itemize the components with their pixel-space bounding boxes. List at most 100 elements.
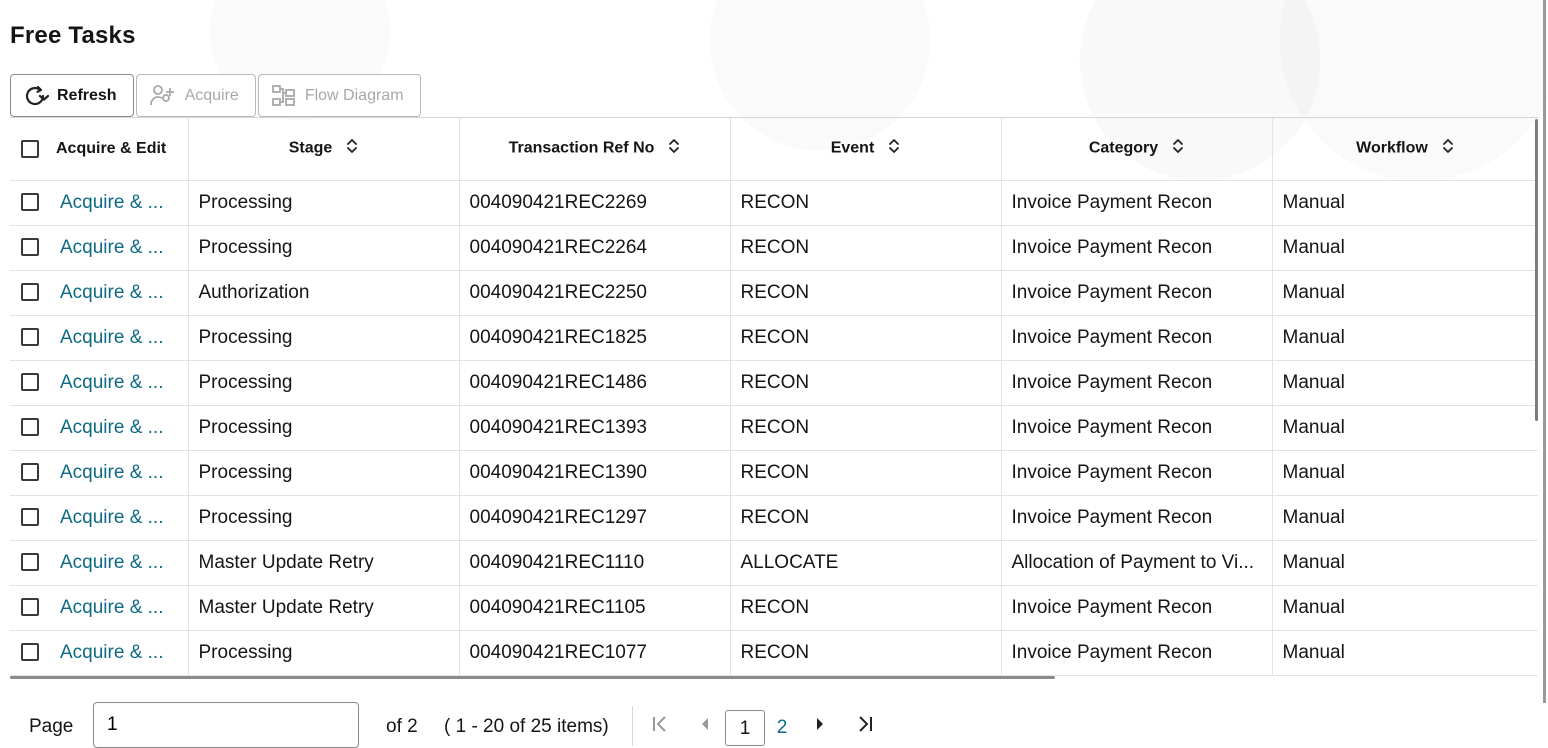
sort-icon[interactable] <box>346 138 358 159</box>
acquire-edit-link[interactable]: Acquire & ... <box>50 450 189 496</box>
page-title: Free Tasks <box>10 22 136 49</box>
first-page-icon[interactable] <box>650 714 670 740</box>
select-all-checkbox[interactable] <box>10 118 50 181</box>
transaction-ref-cell: 004090421REC1486 <box>459 360 731 406</box>
sort-icon[interactable] <box>668 138 680 159</box>
sort-icon[interactable] <box>1442 138 1454 159</box>
row-checkbox[interactable] <box>10 270 50 316</box>
category-cell: Invoice Payment Recon <box>1001 495 1273 541</box>
page-button-2[interactable]: 2 <box>762 710 802 746</box>
free-tasks-table: Acquire & Edit Stage Transaction Ref No … <box>10 117 1538 683</box>
workflow-cell: Manual <box>1272 630 1538 676</box>
transaction-ref-cell: 004090421REC2250 <box>459 270 731 316</box>
workflow-cell: Manual <box>1272 405 1538 451</box>
stage-cell: Authorization <box>188 270 460 316</box>
table-row[interactable]: Acquire & ... Processing 004090421REC1077 R… <box>10 630 1538 676</box>
table-row[interactable]: Acquire & ... Processing 004090421REC2264 R… <box>10 225 1538 271</box>
refresh-label: Refresh <box>57 86 117 104</box>
event-cell: ALLOCATE <box>730 540 1002 586</box>
acquire-edit-link[interactable]: Acquire & ... <box>50 180 189 226</box>
flow-diagram-label: Flow Diagram <box>304 86 404 104</box>
column-header-event[interactable]: Event <box>730 118 1002 181</box>
transaction-ref-cell: 004090421REC1077 <box>459 630 731 676</box>
table-row[interactable]: Acquire & ... Authorization 004090421REC22… <box>10 270 1538 316</box>
table-row[interactable]: Acquire & ... Processing 004090421REC1390 R… <box>10 450 1538 496</box>
row-checkbox[interactable] <box>10 360 50 406</box>
vertical-scrollbar[interactable] <box>1535 119 1538 421</box>
acquire-button[interactable]: Acquire <box>135 74 256 117</box>
toolbar: Refresh Acquire Flow Diagram <box>10 74 423 117</box>
acquire-edit-link[interactable]: Acquire & ... <box>50 540 189 586</box>
page-number-input[interactable] <box>93 702 359 748</box>
event-cell: RECON <box>730 180 1002 226</box>
transaction-ref-cell: 004090421REC1297 <box>459 495 731 541</box>
row-checkbox[interactable] <box>10 630 50 676</box>
horizontal-scrollbar[interactable] <box>10 676 1055 679</box>
add-user-icon <box>149 84 177 108</box>
workflow-cell: Manual <box>1272 315 1538 361</box>
workflow-cell: Manual <box>1272 360 1538 406</box>
previous-page-icon[interactable] <box>697 714 711 740</box>
workflow-cell: Manual <box>1272 585 1538 631</box>
column-header-stage[interactable]: Stage <box>188 118 460 181</box>
flow-diagram-button[interactable]: Flow Diagram <box>257 74 421 117</box>
column-header-transaction-ref[interactable]: Transaction Ref No <box>459 118 731 181</box>
page-label: Page <box>29 716 74 737</box>
event-cell: RECON <box>730 405 1002 451</box>
column-header-workflow[interactable]: Workflow <box>1272 118 1538 181</box>
column-header-label: Event <box>830 139 875 157</box>
row-checkbox[interactable] <box>10 495 50 541</box>
row-checkbox[interactable] <box>10 405 50 451</box>
row-checkbox[interactable] <box>10 225 50 271</box>
acquire-edit-link[interactable]: Acquire & ... <box>50 270 189 316</box>
table-row[interactable]: Acquire & ... Processing 004090421REC1486 R… <box>10 360 1538 406</box>
pagination: Page of 2 ( 1 - 20 of 25 items) 1 2 <box>0 702 1548 748</box>
workflow-cell: Manual <box>1272 540 1538 586</box>
stage-cell: Processing <box>188 450 460 496</box>
page-count: of 2 <box>386 716 418 737</box>
acquire-edit-link[interactable]: Acquire & ... <box>50 585 189 631</box>
category-cell: Invoice Payment Recon <box>1001 630 1273 676</box>
sort-icon[interactable] <box>888 138 900 159</box>
page-button-1[interactable]: 1 <box>725 710 765 746</box>
acquire-edit-link[interactable]: Acquire & ... <box>50 405 189 451</box>
table-row[interactable]: Acquire & ... Processing 004090421REC1393 R… <box>10 405 1538 451</box>
workflow-cell: Manual <box>1272 180 1538 226</box>
row-checkbox[interactable] <box>10 585 50 631</box>
acquire-edit-link[interactable]: Acquire & ... <box>50 495 189 541</box>
flow-diagram-icon <box>271 84 297 108</box>
acquire-label: Acquire <box>184 86 239 104</box>
refresh-icon <box>23 85 49 107</box>
table-row[interactable]: Acquire & ... Processing 004090421REC1825 R… <box>10 315 1538 361</box>
last-page-icon[interactable] <box>855 714 875 740</box>
row-checkbox[interactable] <box>10 450 50 496</box>
event-cell: RECON <box>730 585 1002 631</box>
acquire-edit-link[interactable]: Acquire & ... <box>50 360 189 406</box>
sort-icon[interactable] <box>1172 138 1184 159</box>
refresh-button[interactable]: Refresh <box>10 74 134 117</box>
table-row[interactable]: Acquire & ... Master Update Retry 00409042… <box>10 540 1538 586</box>
stage-cell: Processing <box>188 225 460 271</box>
row-checkbox[interactable] <box>10 540 50 586</box>
category-cell: Invoice Payment Recon <box>1001 225 1273 271</box>
column-header-category[interactable]: Category <box>1001 118 1273 181</box>
page-scrollbar[interactable] <box>1543 0 1546 703</box>
column-header-acquire-edit: Acquire & Edit <box>50 118 189 181</box>
next-page-icon[interactable] <box>814 714 828 740</box>
acquire-edit-link[interactable]: Acquire & ... <box>50 630 189 676</box>
table-row[interactable]: Acquire & ... Processing 004090421REC1297 R… <box>10 495 1538 541</box>
row-checkbox[interactable] <box>10 180 50 226</box>
stage-cell: Master Update Retry <box>188 540 460 586</box>
transaction-ref-cell: 004090421REC1110 <box>459 540 731 586</box>
acquire-edit-link[interactable]: Acquire & ... <box>50 315 189 361</box>
transaction-ref-cell: 004090421REC2264 <box>459 225 731 271</box>
acquire-edit-link[interactable]: Acquire & ... <box>50 225 189 271</box>
table-row[interactable]: Acquire & ... Processing 004090421REC2269 R… <box>10 180 1538 226</box>
row-checkbox[interactable] <box>10 315 50 361</box>
item-range: ( 1 - 20 of 25 items) <box>444 716 609 737</box>
stage-cell: Processing <box>188 360 460 406</box>
category-cell: Invoice Payment Recon <box>1001 450 1273 496</box>
stage-cell: Processing <box>188 405 460 451</box>
event-cell: RECON <box>730 450 1002 496</box>
table-row[interactable]: Acquire & ... Master Update Retry 00409042… <box>10 585 1538 631</box>
